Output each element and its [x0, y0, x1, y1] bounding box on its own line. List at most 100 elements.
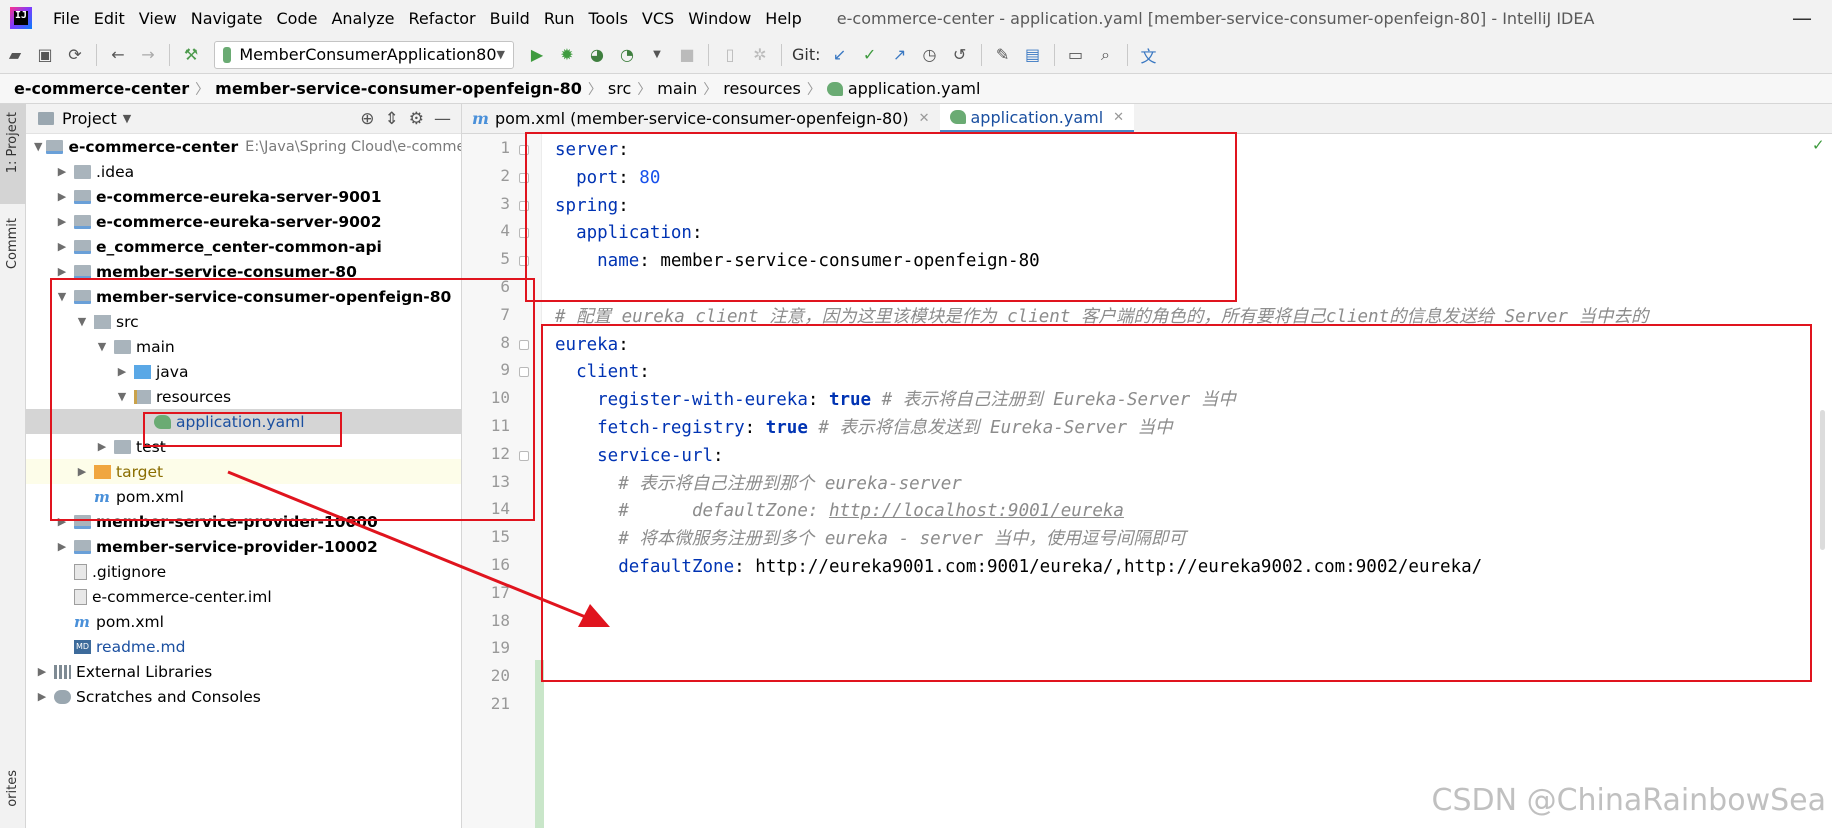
forward-icon[interactable]: → [135, 42, 161, 68]
tree-item[interactable]: ▶ member-service-provider-10002 [26, 534, 461, 559]
project-structure-icon[interactable]: ▤ [1020, 42, 1046, 68]
tree-item[interactable]: ▶ test [26, 434, 461, 459]
tree-item[interactable]: ▶ .idea [26, 159, 461, 184]
expanded-arrow-icon[interactable]: ▼ [54, 290, 70, 303]
expanded-arrow-icon[interactable]: ▼ [34, 140, 42, 153]
terminal-icon[interactable]: ▭ [1063, 42, 1089, 68]
breadcrumb-item[interactable]: e-commerce-center [14, 79, 189, 98]
debug-icon[interactable]: ✹ [554, 42, 580, 68]
tree-item[interactable]: ▶ e-commerce-eureka-server-9002 [26, 209, 461, 234]
stop-icon[interactable]: ■ [674, 42, 700, 68]
collapsed-arrow-icon[interactable]: ▶ [54, 515, 70, 528]
breadcrumb-item[interactable]: application.yaml [848, 79, 981, 98]
close-icon[interactable]: ✕ [1113, 110, 1124, 125]
tree-item[interactable]: ▼ e-commerce-center E:\Java\Spring Cloud\e… [26, 134, 461, 159]
translate-icon[interactable]: 文 [1136, 42, 1162, 68]
git-commit-icon[interactable]: ✓ [857, 42, 883, 68]
fold-marker-icon[interactable] [519, 145, 529, 155]
open-folder-icon[interactable]: ▰ [2, 42, 28, 68]
chevron-down-icon[interactable]: ▼ [644, 42, 670, 68]
tree-item[interactable]: ▶ member-service-consumer-80 [26, 259, 461, 284]
search-icon[interactable]: ⌕ [1093, 42, 1119, 68]
favorites-tool-label[interactable]: orites [5, 770, 20, 807]
editor-tab[interactable]: application.yaml ✕ [939, 104, 1135, 133]
menu-analyze[interactable]: Analyze [324, 9, 401, 28]
menu-vcs[interactable]: VCS [635, 9, 681, 28]
sync-icon[interactable]: ⟳ [62, 42, 88, 68]
breadcrumb-item[interactable]: resources [723, 79, 801, 98]
settings-sync-icon[interactable]: ✲ [747, 42, 773, 68]
fold-marker-icon[interactable] [519, 200, 529, 211]
profile-icon[interactable]: ◔ [614, 42, 640, 68]
tree-item[interactable]: m pom.xml [26, 484, 461, 509]
menu-navigate[interactable]: Navigate [184, 9, 270, 28]
collapse-all-icon[interactable]: ⇕ [385, 109, 399, 129]
collapsed-arrow-icon[interactable]: ▶ [54, 165, 70, 178]
locate-icon[interactable]: ⊕ [360, 109, 374, 129]
rollback-icon[interactable]: ↺ [947, 42, 973, 68]
collapsed-arrow-icon[interactable]: ▶ [34, 665, 50, 678]
menu-build[interactable]: Build [483, 9, 537, 28]
menu-file[interactable]: File [46, 9, 87, 28]
fold-marker-icon[interactable] [519, 367, 529, 378]
collapsed-arrow-icon[interactable]: ▶ [54, 190, 70, 203]
tree-item[interactable]: m pom.xml [26, 609, 461, 634]
tree-item[interactable]: application.yaml [26, 409, 461, 434]
menu-run[interactable]: Run [537, 9, 582, 28]
back-icon[interactable]: ← [105, 42, 131, 68]
breadcrumb-item[interactable]: src [608, 79, 631, 98]
menu-help[interactable]: Help [758, 9, 808, 28]
history-icon[interactable]: ◷ [917, 42, 943, 68]
tree-item[interactable]: ▶ member-service-provider-10000 [26, 509, 461, 534]
hide-icon[interactable]: — [434, 109, 451, 129]
collapsed-arrow-icon[interactable]: ▶ [54, 215, 70, 228]
collapsed-arrow-icon[interactable]: ▶ [54, 265, 70, 278]
git-update-icon[interactable]: ↙ [827, 42, 853, 68]
commit-tool-label[interactable]: Commit [5, 218, 20, 269]
tree-item[interactable]: .gitignore [26, 559, 461, 584]
save-icon[interactable]: ▣ [32, 42, 58, 68]
project-tool-label[interactable]: 1: Project [5, 112, 20, 173]
wrench-icon[interactable]: ✎ [990, 42, 1016, 68]
tree-item[interactable]: ▶ e_commerce_center-common-api [26, 234, 461, 259]
chevron-down-icon[interactable]: ▼ [123, 112, 131, 125]
menu-window[interactable]: Window [681, 9, 758, 28]
build-hammer-icon[interactable]: ⚒ [178, 42, 204, 68]
menu-edit[interactable]: Edit [87, 9, 132, 28]
fold-end-marker-icon[interactable] [519, 256, 529, 267]
editor-scrollbar[interactable] [1820, 410, 1825, 550]
breadcrumb-item[interactable]: member-service-consumer-openfeign-80 [215, 79, 582, 98]
collapsed-arrow-icon[interactable]: ▶ [114, 365, 130, 378]
menu-code[interactable]: Code [270, 9, 325, 28]
code-editor[interactable]: server: port: 80 spring: application: nam… [555, 134, 1815, 828]
tree-item[interactable]: ▶ External Libraries [26, 659, 461, 684]
close-icon[interactable]: ✕ [919, 111, 930, 126]
tree-item[interactable]: ▶ Scratches and Consoles [26, 684, 461, 709]
collapsed-arrow-icon[interactable]: ▶ [74, 465, 90, 478]
gear-icon[interactable]: ⚙ [409, 109, 424, 129]
breadcrumb-item[interactable]: main [657, 79, 697, 98]
minimize-button[interactable]: — [1772, 0, 1832, 36]
expanded-arrow-icon[interactable]: ▼ [114, 390, 130, 403]
fold-marker-icon[interactable] [519, 450, 529, 461]
editor-tab[interactable]: m pom.xml (member-service-consumer-openfe… [462, 104, 940, 133]
tree-item[interactable]: ▶ target [26, 459, 461, 484]
inspection-ok-icon[interactable]: ✓ [1812, 136, 1825, 154]
collapsed-arrow-icon[interactable]: ▶ [34, 690, 50, 703]
expanded-arrow-icon[interactable]: ▼ [74, 315, 90, 328]
tree-item[interactable]: ▼ member-service-consumer-openfeign-80 [26, 284, 461, 309]
tree-item[interactable]: ▼ main [26, 334, 461, 359]
git-push-icon[interactable]: ↗ [887, 42, 913, 68]
coverage-icon[interactable]: ◕ [584, 42, 610, 68]
tree-item[interactable]: ▶ java [26, 359, 461, 384]
collapsed-arrow-icon[interactable]: ▶ [54, 540, 70, 553]
fold-marker-icon[interactable] [519, 228, 529, 239]
project-panel-title[interactable]: Project [62, 109, 117, 128]
tree-item[interactable]: ▼ src [26, 309, 461, 334]
run-configuration-select[interactable]: MemberConsumerApplication80 ▼ [214, 40, 514, 69]
run-icon[interactable]: ▶ [524, 42, 550, 68]
collapsed-arrow-icon[interactable]: ▶ [94, 440, 110, 453]
tree-item[interactable]: e-commerce-center.iml [26, 584, 461, 609]
menu-refactor[interactable]: Refactor [402, 9, 483, 28]
menu-tools[interactable]: Tools [582, 9, 635, 28]
